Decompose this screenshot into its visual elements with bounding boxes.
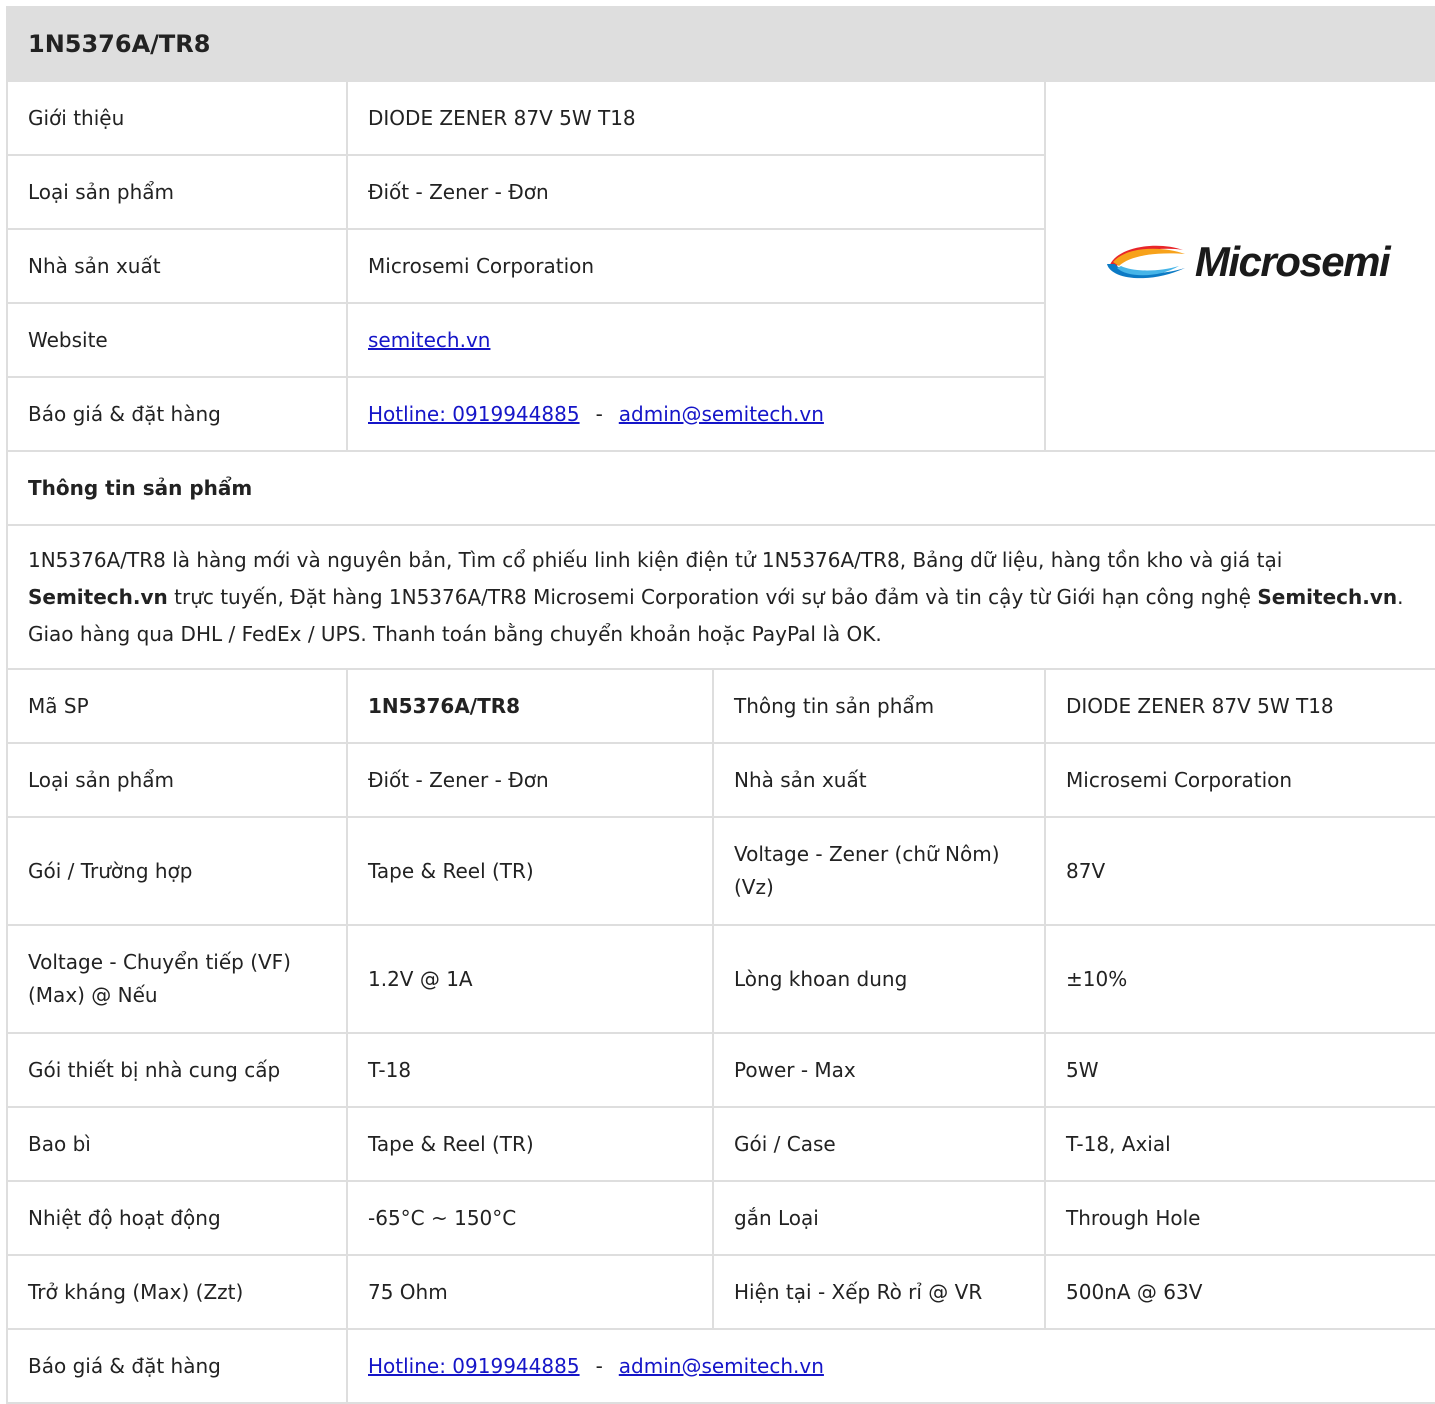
spec-value: Microsemi Corporation — [1043, 742, 1435, 818]
spec-label: Gói thiết bị nhà cung cấp — [6, 1032, 348, 1108]
description-text: trực tuyến, Đặt hàng 1N5376A/TR8 Microse… — [167, 584, 1258, 609]
link-separator: - — [595, 1353, 603, 1378]
spec-label: Gói / Case — [712, 1106, 1046, 1182]
spec-label: Gói / Trường hợp — [6, 816, 348, 926]
summary-label: Loại sản phẩm — [6, 154, 348, 230]
spec-label: Mã SP — [6, 668, 348, 744]
manufacturer-logo-cell: Microsemi — [1043, 80, 1435, 452]
spec-value: Tape & Reel (TR) — [346, 816, 714, 926]
spec-row: Gói thiết bị nhà cung cấp T-18 Power - M… — [6, 1032, 1435, 1108]
spec-label: Power - Max — [712, 1032, 1046, 1108]
description-bold: Semitech.vn — [28, 584, 168, 609]
order-cell: Hotline: 0919944885- admin@semitech.vn — [346, 376, 1046, 452]
spec-value: T-18 — [346, 1032, 714, 1108]
spec-value: -65°C ~ 150°C — [346, 1180, 714, 1256]
spec-label: Thông tin sản phẩm — [712, 668, 1046, 744]
spec-label: Voltage - Chuyển tiếp (VF) (Max) @ Nếu — [6, 924, 348, 1034]
spec-row: Voltage - Chuyển tiếp (VF) (Max) @ Nếu 1… — [6, 924, 1435, 1034]
description-row: 1N5376A/TR8 là hàng mới và nguyên bản, T… — [5, 524, 1435, 670]
spec-value: T-18, Axial — [1043, 1106, 1435, 1182]
hotline-link[interactable]: Hotline: 0919944885 — [368, 1354, 580, 1378]
spec-row: Gói / Trường hợp Tape & Reel (TR) Voltag… — [6, 816, 1435, 926]
spec-value: ±10% — [1043, 924, 1435, 1034]
spec-label: Loại sản phẩm — [6, 742, 348, 818]
logo-wordmark: Microsemi — [1194, 237, 1391, 285]
spec-row: Mã SP 1N5376A/TR8 Thông tin sản phẩm DIO… — [6, 668, 1435, 744]
spec-value: DIODE ZENER 87V 5W T18 — [1043, 668, 1435, 744]
spec-value: 87V — [1043, 816, 1435, 926]
summary-value: DIODE ZENER 87V 5W T18 — [346, 80, 1046, 156]
link-separator: - — [595, 401, 603, 426]
description-text: 1N5376A/TR8 là hàng mới và nguyên bản, T… — [28, 547, 1283, 572]
spec-value-part-number: 1N5376A/TR8 — [346, 668, 714, 744]
header-row: 1N5376A/TR8 — [5, 6, 1435, 82]
product-sheet: 1N5376A/TR8 Giới thiệu DIODE ZENER 87V 5… — [5, 6, 1435, 1404]
page-title: 1N5376A/TR8 — [5, 6, 1435, 82]
manufacturer-logo: Microsemi — [1103, 237, 1391, 285]
spec-row: Bao bì Tape & Reel (TR) Gói / Case T-18,… — [6, 1106, 1435, 1182]
order-cell: Hotline: 0919944885- admin@semitech.vn — [345, 1328, 1435, 1404]
website-cell: semitech.vn — [346, 302, 1046, 378]
spec-row: Loại sản phẩm Điốt - Zener - Đơn Nhà sản… — [6, 742, 1435, 818]
spec-row: Nhiệt độ hoạt động -65°C ~ 150°C gắn Loạ… — [6, 1180, 1435, 1256]
spec-value: 500nA @ 63V — [1043, 1254, 1435, 1330]
spec-value: Điốt - Zener - Đơn — [346, 742, 714, 818]
info-heading-row: Thông tin sản phẩm — [5, 450, 1435, 526]
spec-label: gắn Loại — [712, 1180, 1046, 1256]
spec-label: Nhiệt độ hoạt động — [6, 1180, 348, 1256]
summary-label: Giới thiệu — [6, 80, 348, 156]
website-link[interactable]: semitech.vn — [368, 328, 490, 352]
summary-value: Microsemi Corporation — [346, 228, 1046, 304]
summary-label: Báo giá & đặt hàng — [6, 376, 348, 452]
spec-value: Tape & Reel (TR) — [346, 1106, 714, 1182]
description-bold: Semitech.vn — [1257, 584, 1398, 609]
summary-label: Website — [6, 302, 348, 378]
spec-label: Hiện tại - Xếp Rò rỉ @ VR — [712, 1254, 1046, 1330]
summary-row-intro: Giới thiệu DIODE ZENER 87V 5W T18 Micros… — [6, 80, 1435, 452]
spec-label: Báo giá & đặt hàng — [6, 1328, 348, 1404]
hotline-link[interactable]: Hotline: 0919944885 — [368, 402, 580, 426]
microsemi-swirl-logo-icon — [1106, 245, 1185, 279]
email-link[interactable]: admin@semitech.vn — [619, 402, 824, 426]
spec-value: 75 Ohm — [346, 1254, 714, 1330]
spec-label: Voltage - Zener (chữ Nôm) (Vz) — [712, 816, 1046, 926]
spec-label: Trở kháng (Max) (Zzt) — [6, 1254, 348, 1330]
email-link[interactable]: admin@semitech.vn — [619, 1354, 824, 1378]
product-table: 1N5376A/TR8 Giới thiệu DIODE ZENER 87V 5… — [5, 6, 1435, 1404]
spec-label: Nhà sản xuất — [712, 742, 1046, 818]
summary-value: Điốt - Zener - Đơn — [346, 154, 1046, 230]
summary-label: Nhà sản xuất — [6, 228, 348, 304]
spec-value: 5W — [1043, 1032, 1435, 1108]
spec-row: Trở kháng (Max) (Zzt) 75 Ohm Hiện tại - … — [6, 1254, 1435, 1330]
spec-label: Bao bì — [6, 1106, 348, 1182]
order-row: Báo giá & đặt hàng Hotline: 0919944885- a… — [6, 1328, 1435, 1404]
product-description: 1N5376A/TR8 là hàng mới và nguyên bản, T… — [5, 524, 1435, 670]
spec-label: Lòng khoan dung — [712, 924, 1046, 1034]
spec-value: 1.2V @ 1A — [346, 924, 714, 1034]
spec-value: Through Hole — [1043, 1180, 1435, 1256]
section-heading: Thông tin sản phẩm — [5, 450, 1435, 526]
